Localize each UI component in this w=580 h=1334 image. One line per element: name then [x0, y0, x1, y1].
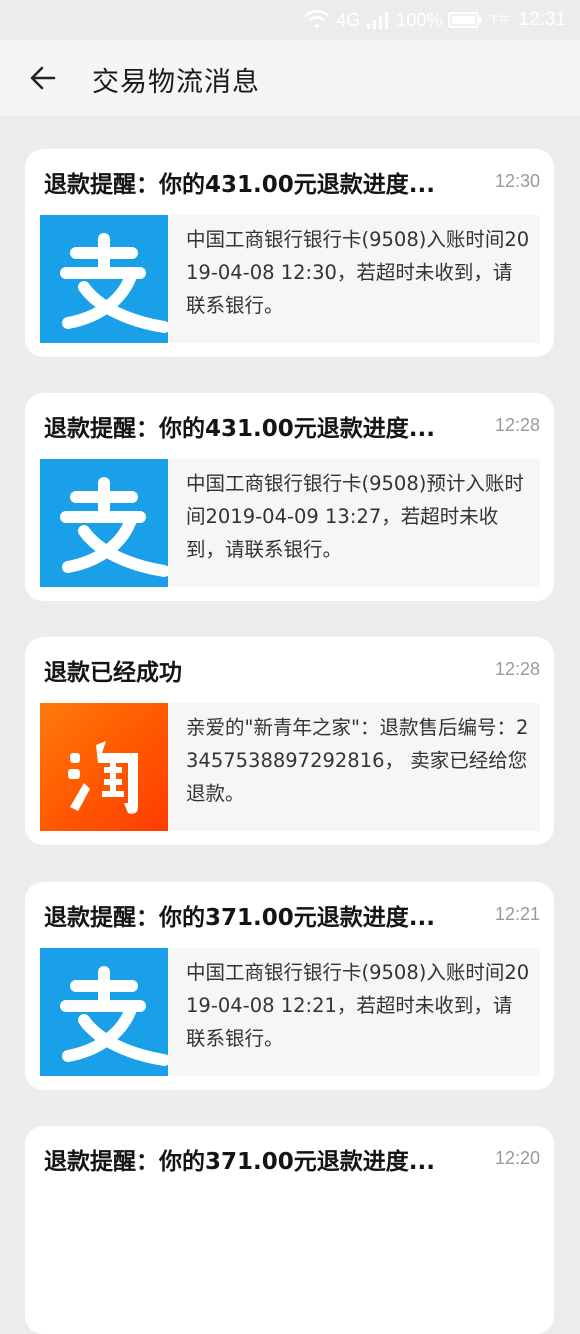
alipay-icon — [40, 215, 170, 343]
message-time: 12:21 — [494, 904, 540, 924]
alipay-icon — [40, 948, 170, 1076]
message-card[interactable]: 退款提醒：你的371.00元退款进度... 12:21 中国工商银行银行卡(95… — [25, 882, 554, 1090]
message-body: 亲爱的"新青年之家"：退款售后编号：23457538897292816， 卖家已… — [40, 703, 540, 831]
taobao-icon — [40, 703, 168, 831]
message-body: 中国工商银行银行卡(9508)入账时间2019-04-08 12:21，若超时未… — [40, 948, 540, 1076]
message-text: 亲爱的"新青年之家"：退款售后编号：23457538897292816， 卖家已… — [186, 716, 529, 805]
message-text: 中国工商银行银行卡(9508)入账时间2019-04-08 12:30，若超时未… — [186, 228, 530, 317]
message-title: 退款已经成功 — [44, 660, 182, 686]
status-icons: 4G 100% 下午 12:31 — [304, 7, 566, 33]
wifi-icon — [304, 9, 330, 31]
message-time: 12:28 — [494, 659, 540, 679]
message-title: 退款提醒：你的431.00元退款进度... — [44, 416, 435, 442]
message-card[interactable]: 退款提醒：你的431.00元退款进度... 12:28 中国工商银行银行卡(95… — [25, 393, 554, 601]
status-bar: 4G 100% 下午 12:31 — [0, 0, 580, 40]
message-text: 中国工商银行银行卡(9508)预计入账时间2019-04-09 13:27，若超… — [186, 472, 524, 561]
top-nav-bar: 交易物流消息 — [0, 40, 580, 116]
page-title: 交易物流消息 — [92, 67, 260, 98]
time-period: 下午 — [488, 15, 511, 27]
back-arrow-icon — [30, 66, 56, 90]
message-card[interactable]: 退款提醒：你的431.00元退款进度... 12:30 中国工商银行银行卡(95… — [25, 149, 554, 357]
signal-icon — [366, 10, 390, 30]
message-time: 12:28 — [494, 415, 540, 435]
message-card[interactable]: 退款提醒：你的371.00元退款进度... 12:20 — [25, 1126, 554, 1334]
battery-percent: 100% — [396, 9, 443, 30]
message-title: 退款提醒：你的371.00元退款进度... — [44, 1149, 435, 1175]
message-title: 退款提醒：你的371.00元退款进度... — [44, 905, 435, 931]
message-body: 中国工商银行银行卡(9508)预计入账时间2019-04-09 13:27，若超… — [40, 459, 540, 587]
message-body: 中国工商银行银行卡(9508)入账时间2019-04-08 12:30，若超时未… — [40, 215, 540, 343]
message-title: 退款提醒：你的431.00元退款进度... — [44, 172, 435, 198]
message-text: 中国工商银行银行卡(9508)入账时间2019-04-08 12:21，若超时未… — [186, 961, 530, 1050]
message-card[interactable]: 退款已经成功 12:28 亲爱的"新青年之家"：退款售后编号：234575388… — [25, 637, 554, 845]
message-time: 12:20 — [494, 1148, 540, 1168]
clock: 12:31 — [518, 9, 566, 30]
back-button[interactable] — [26, 60, 62, 96]
message-time: 12:30 — [494, 171, 540, 191]
alipay-icon — [40, 459, 170, 587]
network-type: 4G — [336, 9, 361, 30]
battery-icon — [448, 11, 482, 29]
